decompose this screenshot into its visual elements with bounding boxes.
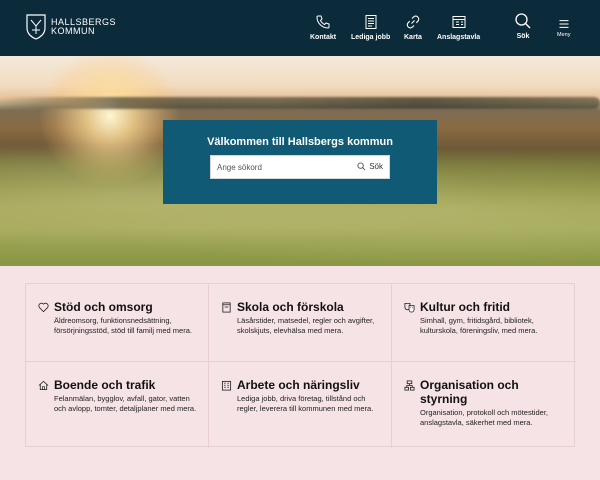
nav-meny[interactable]: Meny: [557, 14, 570, 38]
category-organisation-och-styrning[interactable]: Organisation och styrning Organisation, …: [392, 362, 576, 448]
masks-icon: [404, 302, 415, 313]
nav-kontakt[interactable]: Kontakt: [310, 14, 336, 41]
category-title: Skola och förskola: [237, 300, 344, 314]
nav-sok[interactable]: Sök: [514, 13, 532, 40]
house-icon: [38, 380, 49, 391]
category-description: Läsårstider, matsedel, regler och avgift…: [237, 316, 375, 335]
category-kultur-och-fritid[interactable]: Kultur och fritid Simhall, gym, fritidsg…: [392, 284, 576, 362]
nav-anslagstavla[interactable]: Anslagstavla: [437, 14, 480, 41]
nav-label: Karta: [404, 34, 422, 41]
nav-label: Anslagstavla: [437, 34, 481, 41]
category-title: Kultur och fritid: [420, 300, 510, 314]
category-description: Lediga jobb, driva företag, tillstånd oc…: [237, 394, 374, 413]
search-button[interactable]: Sök: [357, 162, 383, 171]
category-title: Arbete och näringsliv: [237, 378, 360, 392]
nav-karta[interactable]: Karta: [404, 14, 422, 41]
category-boende-och-trafik[interactable]: Boende och trafik Felanmälan, bygglov, a…: [26, 362, 209, 448]
nav-label: Lediga jobb: [351, 34, 391, 41]
hero-title: Välkommen till Hallsbergs kommun: [207, 136, 393, 148]
org-chart-icon: [404, 380, 415, 391]
search-field: Sök: [210, 155, 390, 179]
nav-lediga-jobb[interactable]: Lediga jobb: [351, 14, 390, 41]
hero-treeline: [0, 97, 600, 109]
nav-label: Sök: [516, 33, 530, 40]
heart-icon: [38, 302, 49, 313]
phone-icon: [316, 15, 330, 29]
category-title: Organisation och styrning: [420, 378, 519, 406]
category-title: Boende och trafik: [54, 378, 156, 392]
building-icon: [221, 380, 232, 391]
link-icon: [406, 15, 420, 29]
category-description: Organisation, protokoll och mötestider, …: [420, 408, 548, 427]
category-description: Simhall, gym, fritidsgård, bibliotek, ku…: [420, 316, 538, 335]
category-grid: Stöd och omsorg Äldreomsorg, funktionsne…: [25, 283, 576, 448]
hamburger-icon: [559, 20, 569, 28]
job-board-icon: [365, 15, 377, 29]
search-icon: [515, 13, 531, 29]
search-button-label: Sök: [369, 162, 383, 171]
search-icon: [357, 162, 366, 171]
nav-label: Meny: [557, 32, 571, 38]
category-description: Felanmälan, bygglov, avfall, gator, vatt…: [54, 394, 197, 413]
main-nav: Kontakt Lediga jobb Karta Anslagstavla S…: [0, 13, 600, 54]
search-input[interactable]: [217, 156, 357, 178]
category-skola-och-forskola[interactable]: Skola och förskola Läsårstider, matsedel…: [209, 284, 392, 362]
notice-board-icon: [452, 16, 466, 28]
category-stod-och-omsorg[interactable]: Stöd och omsorg Äldreomsorg, funktionsne…: [26, 284, 209, 362]
nav-label: Kontakt: [310, 34, 337, 41]
book-icon: [222, 302, 231, 313]
site-header: HALLSBERGS KOMMUN Kontakt Lediga jobb Ka…: [0, 0, 600, 56]
category-description: Äldreomsorg, funktionsnedsättning, försö…: [54, 316, 192, 335]
category-arbete-och-naringsliv[interactable]: Arbete och näringsliv Lediga jobb, driva…: [209, 362, 392, 448]
hero-search-panel: Välkommen till Hallsbergs kommun Sök: [163, 120, 437, 204]
category-title: Stöd och omsorg: [54, 300, 153, 314]
